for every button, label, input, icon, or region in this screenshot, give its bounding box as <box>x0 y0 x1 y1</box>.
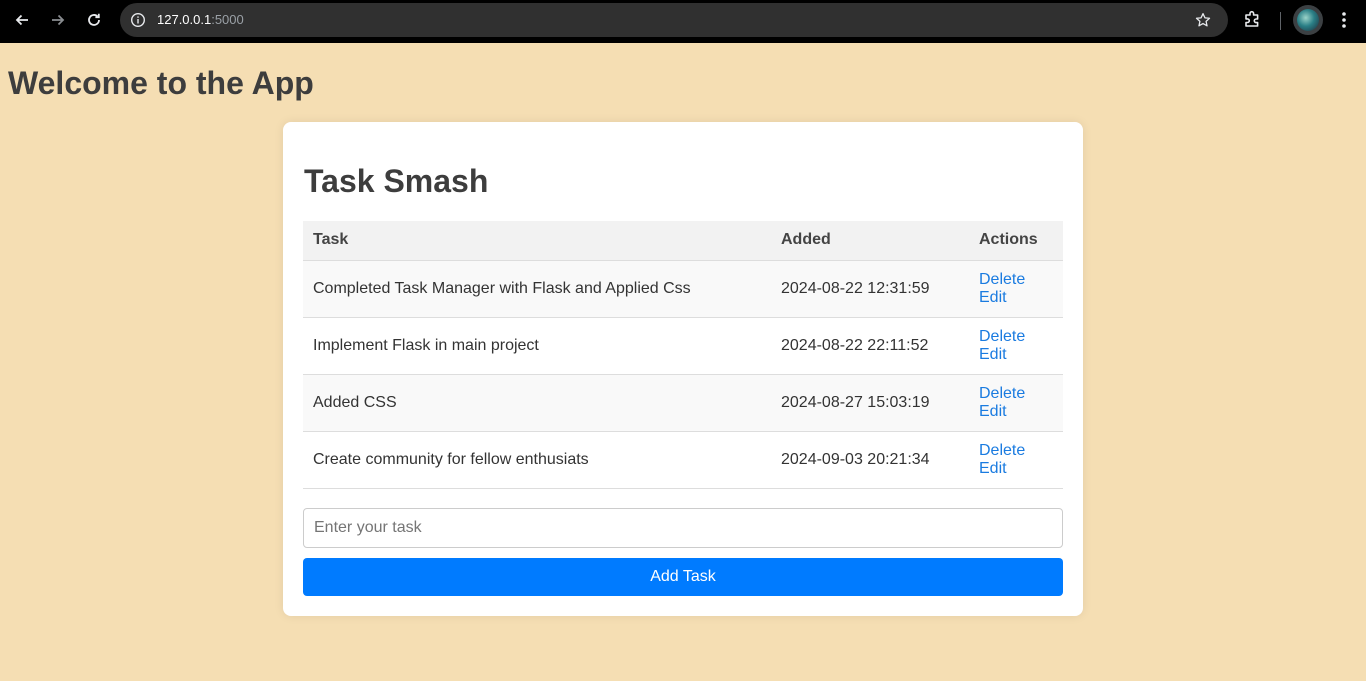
added-cell: 2024-09-03 20:21:34 <box>771 431 969 489</box>
delete-link[interactable]: Delete <box>979 385 1053 403</box>
card-title: Task Smash <box>304 163 489 199</box>
url-port: :5000 <box>211 12 244 27</box>
more-menu-icon[interactable] <box>1334 10 1354 35</box>
profile-avatar[interactable] <box>1293 5 1323 35</box>
edit-link[interactable]: Edit <box>979 460 1053 478</box>
back-arrow-icon[interactable] <box>8 8 36 32</box>
task-cell: Completed Task Manager with Flask and Ap… <box>303 260 771 318</box>
address-bar[interactable]: 127.0.0.1:5000 <box>120 3 1228 37</box>
reload-icon[interactable] <box>80 8 108 32</box>
edit-link[interactable]: Edit <box>979 346 1053 364</box>
edit-link[interactable]: Edit <box>979 403 1053 421</box>
task-cell: Implement Flask in main project <box>303 317 771 375</box>
column-header-added: Added <box>771 221 969 261</box>
task-input[interactable] <box>303 508 1063 548</box>
bookmark-star-icon[interactable] <box>1194 11 1212 34</box>
column-header-task: Task <box>303 221 771 261</box>
table-row: Completed Task Manager with Flask and Ap… <box>303 260 1063 318</box>
delete-link[interactable]: Delete <box>979 328 1053 346</box>
table-row: Create community for fellow enthusiats 2… <box>303 431 1063 489</box>
actions-cell: Delete Edit <box>969 317 1063 375</box>
actions-cell: Delete Edit <box>969 431 1063 489</box>
actions-cell: Delete Edit <box>969 374 1063 432</box>
added-cell: 2024-08-22 12:31:59 <box>771 260 969 318</box>
added-cell: 2024-08-22 22:11:52 <box>771 317 969 375</box>
added-cell: 2024-08-27 15:03:19 <box>771 374 969 432</box>
edit-link[interactable]: Edit <box>979 289 1053 307</box>
task-table: Task Added Actions Completed Task Manage… <box>303 221 1063 489</box>
toolbar-separator <box>1280 12 1281 30</box>
delete-link[interactable]: Delete <box>979 442 1053 460</box>
column-header-actions: Actions <box>969 221 1063 261</box>
add-task-button[interactable]: Add Task <box>303 558 1063 596</box>
delete-link[interactable]: Delete <box>979 271 1053 289</box>
table-row: Added CSS 2024-08-27 15:03:19 Delete Edi… <box>303 374 1063 432</box>
task-cell: Create community for fellow enthusiats <box>303 431 771 489</box>
url-host: 127.0.0.1 <box>157 12 212 27</box>
task-cell: Added CSS <box>303 374 771 432</box>
site-info-icon[interactable] <box>130 12 146 33</box>
actions-cell: Delete Edit <box>969 260 1063 318</box>
table-header-row: Task Added Actions <box>303 221 1063 261</box>
task-card: Task Smash Task Added Actions Completed … <box>283 122 1083 616</box>
table-row: Implement Flask in main project 2024-08-… <box>303 317 1063 375</box>
extensions-icon[interactable] <box>1243 9 1263 34</box>
avatar-image <box>1297 9 1319 31</box>
forward-arrow-icon[interactable] <box>44 8 72 32</box>
page-heading: Welcome to the App <box>8 65 314 101</box>
browser-toolbar: 127.0.0.1:5000 <box>0 0 1366 43</box>
url-text: 127.0.0.1:5000 <box>157 12 244 28</box>
